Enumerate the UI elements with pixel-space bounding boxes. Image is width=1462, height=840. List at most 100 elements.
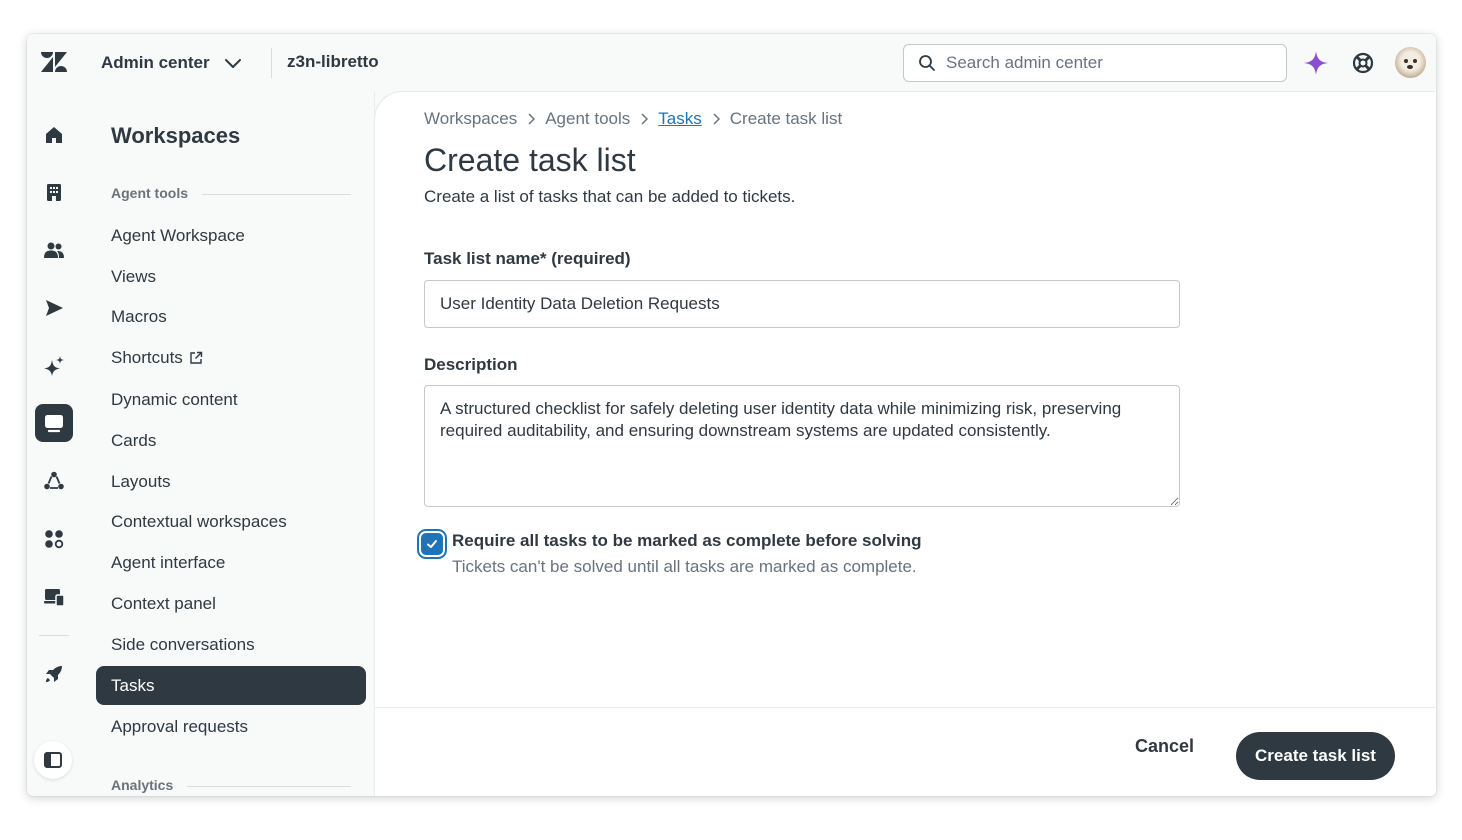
sidebar-item-label: Approval requests: [111, 716, 249, 736]
rail-account[interactable]: [35, 173, 73, 211]
people-icon: [44, 242, 64, 258]
search-box[interactable]: [903, 44, 1287, 82]
cancel-button[interactable]: Cancel: [1135, 736, 1194, 757]
section-divider: [187, 786, 351, 787]
page-subtitle: Create a list of tasks that can be added…: [424, 187, 796, 206]
sidebar-item-views[interactable]: Views: [96, 257, 366, 296]
zendesk-logo-icon[interactable]: [41, 51, 67, 73]
sidebar-item-label: Agent interface: [111, 552, 226, 572]
section-divider: [202, 194, 351, 195]
search-icon: [919, 55, 935, 71]
search-input[interactable]: [946, 53, 1266, 73]
collapse-sidebar-button[interactable]: [34, 741, 72, 779]
sparkle-icon: [44, 356, 64, 376]
rail-objects[interactable]: [35, 462, 73, 500]
rail-workspaces[interactable]: [35, 404, 73, 442]
section-label-text: Agent tools: [111, 185, 188, 201]
product-switcher[interactable]: Admin center: [101, 50, 244, 76]
home-icon: [46, 127, 62, 143]
devices-icon: [44, 589, 65, 607]
chevron-right-icon: [713, 113, 720, 125]
avatar-nose: [1407, 65, 1413, 69]
product-name: Admin center: [101, 53, 210, 72]
sidebar-item-macros[interactable]: Macros: [96, 297, 366, 336]
main-content: Workspaces Agent tools Tasks Create task…: [375, 92, 1436, 796]
breadcrumb-agent-tools: Agent tools: [545, 109, 631, 128]
avatar-eye: [1404, 59, 1408, 63]
sidebar-item-label: Views: [111, 266, 157, 286]
account-name: z3n-libretto: [287, 52, 379, 71]
sidebar-item-approval-requests[interactable]: Approval requests: [96, 707, 366, 746]
sidebar-item-label: Layouts: [111, 471, 171, 491]
sidebar-item-agent-interface[interactable]: Agent interface: [96, 543, 366, 582]
objects-rules-icon: [44, 471, 64, 490]
sidebar-item-label: Shortcuts: [111, 347, 183, 367]
sidebar-item-agent-workspace[interactable]: Agent Workspace: [96, 216, 366, 255]
section-label-agent-tools: Agent tools: [111, 185, 351, 201]
require-complete-label[interactable]: Require all tasks to be marked as comple…: [452, 531, 922, 551]
sidebar-item-label: Dynamic content: [111, 389, 238, 409]
breadcrumb: Workspaces Agent tools Tasks Create task…: [424, 109, 842, 129]
rail-devices[interactable]: [35, 578, 73, 616]
task-list-name-label: Task list name* (required): [424, 249, 631, 268]
sidebar-item-label: Agent Workspace: [111, 225, 245, 245]
rail-getting-started[interactable]: [35, 655, 73, 693]
sidebar-item-contextual-workspaces[interactable]: Contextual workspaces: [96, 502, 366, 541]
rail-apps[interactable]: [35, 520, 73, 558]
sidebar-item-cards[interactable]: Cards: [96, 421, 366, 460]
sidebar-item-label: Context panel: [111, 593, 216, 613]
rocket-icon: [46, 666, 62, 682]
require-complete-checkbox[interactable]: [421, 533, 443, 555]
sidebar-item-side-conversations[interactable]: Side conversations: [96, 625, 366, 664]
primary-nav-rail: [27, 92, 87, 796]
rail-channels[interactable]: [35, 289, 73, 327]
rail-ai[interactable]: [35, 347, 73, 385]
require-complete-hint: Tickets can't be solved until all tasks …: [452, 557, 917, 576]
chevron-down-icon: [224, 59, 241, 68]
sidebar-item-tasks[interactable]: Tasks: [96, 666, 366, 705]
user-avatar[interactable]: [1395, 47, 1426, 78]
sidebar-item-label: Macros: [111, 306, 167, 326]
channels-send-icon: [46, 300, 63, 316]
description-textarea[interactable]: A structured checklist for safely deleti…: [424, 385, 1180, 507]
external-link-icon: [190, 351, 203, 364]
description-label: Description: [424, 355, 518, 374]
sidebar-item-label: Contextual workspaces: [111, 511, 287, 531]
breadcrumb-tasks-link[interactable]: Tasks: [658, 109, 701, 129]
checkbox-text: Require all tasks to be marked as comple…: [452, 531, 922, 577]
admin-center-window: Admin center z3n-libretto Search admin c…: [27, 34, 1436, 796]
topbar-divider: [271, 48, 272, 78]
top-bar: Admin center z3n-libretto: [27, 34, 1436, 92]
create-task-list-button[interactable]: Create task list: [1236, 732, 1395, 780]
subnav-title: Workspaces: [111, 123, 241, 148]
sidebar-panel-icon: [44, 752, 62, 768]
breadcrumb-current: Create task list: [729, 109, 843, 128]
sidebar-item-context-panel[interactable]: Context panel: [96, 584, 366, 623]
form-footer: Cancel Create task list: [375, 707, 1436, 796]
ai-sparkle-icon[interactable]: [1303, 50, 1329, 76]
section-label-analytics: Analytics: [111, 777, 351, 793]
chevron-right-icon: [528, 113, 536, 125]
help-lifebuoy-icon[interactable]: [1351, 51, 1375, 75]
require-complete-option: Require all tasks to be marked as comple…: [421, 531, 922, 577]
section-label-text: Analytics: [111, 777, 174, 793]
breadcrumb-workspaces: Workspaces: [424, 109, 518, 128]
sidebar-item-label: Tasks: [111, 675, 155, 695]
checkmark-icon: [427, 540, 437, 548]
sidebar-item-shortcuts[interactable]: Shortcuts: [96, 338, 366, 377]
apps-integrations-icon: [45, 530, 64, 549]
workspaces-icon: [45, 415, 63, 433]
task-list-name-input[interactable]: [424, 280, 1180, 328]
sidebar-item-dynamic-content[interactable]: Dynamic content: [96, 380, 366, 419]
rail-people[interactable]: [35, 231, 73, 269]
avatar-eye: [1413, 59, 1417, 63]
buildings-icon: [47, 184, 61, 201]
sidebar-item-label: Cards: [111, 430, 157, 450]
sidebar-item-label: Side conversations: [111, 634, 255, 654]
rail-home[interactable]: [35, 116, 73, 154]
rail-divider: [39, 635, 69, 636]
sidebar-item-layouts[interactable]: Layouts: [96, 462, 366, 501]
chevron-right-icon: [641, 113, 649, 125]
workspaces-subnav: Workspaces Agent tools Agent Workspace V…: [87, 92, 375, 796]
page-title: Create task list: [424, 142, 636, 178]
